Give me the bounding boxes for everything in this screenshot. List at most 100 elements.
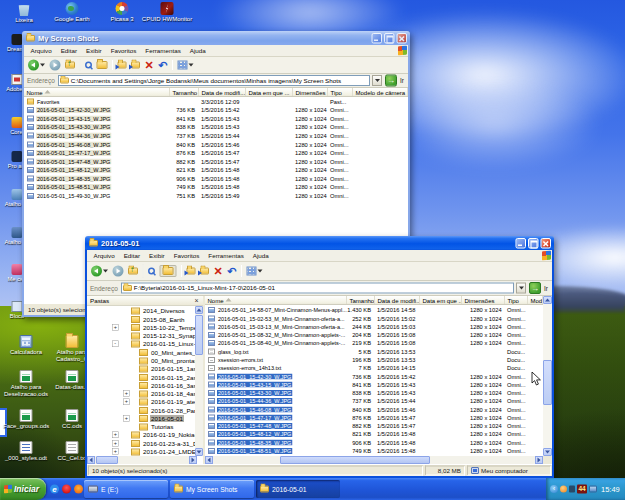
file-row[interactable]: 2016-05-01_15-47-17_W.JPG 876 KB 1/5/201… [24,149,408,158]
menu-item[interactable]: Favoritos [169,252,204,259]
views-button[interactable] [177,61,193,70]
menu-item[interactable]: Ajuda [248,252,273,259]
desktop-icon[interactable]: CPUID HWMonitor [140,2,195,23]
desktop-icon[interactable]: Google Earth [49,2,95,23]
move-to-button[interactable] [187,268,196,275]
tree-expand-toggle[interactable]: - [112,341,119,348]
file-row[interactable]: 2016-05-01_15-47-48_W.JPG 882 KB 1/5/201… [205,422,543,430]
file-row[interactable]: 2016-05-01_15-48-35_W.JPG 906 KB 1/5/201… [24,174,408,183]
list-horizontal-scrollbar[interactable] [205,456,543,464]
browser-icon-2[interactable] [74,485,83,494]
maximize-button[interactable] [528,238,539,249]
tree-item[interactable]: 2016-01-28_Particio [87,406,203,414]
desktop-icon[interactable]: _000_styles.odt [3,441,49,462]
file-row[interactable]: 2016-05-01_15-42-30_W.JPG 736 KB 1/5/201… [24,106,408,115]
file-row[interactable]: 2016-05-01_15-43-30_W.JPG 838 KB 1/5/201… [205,389,543,397]
close-button[interactable] [541,238,552,249]
address-field[interactable]: F:\Byteria\2016-01-15_Linux-Mint-17-0\20… [121,283,514,294]
desktop-icon[interactable]: Picasa 3 [99,2,145,23]
file-row[interactable]: xsession-errors.txt 196 KB 1/5/2016 13:5… [205,356,543,364]
forward-button[interactable]: → [50,60,61,71]
folders-button[interactable] [160,265,177,277]
file-row[interactable]: 2016-05-01_15-08-32_M_Mint-Cinnamon-appl… [205,331,543,339]
up-button[interactable]: ↑ [65,62,75,69]
win1-titlebar[interactable]: My Screen Shots [22,31,410,45]
browser-icon[interactable] [62,485,71,494]
file-row[interactable]: 2016-05-01_15-49-30_W.JPG 751 KB 1/5/201… [24,192,408,201]
file-row[interactable]: 2016-05-01_15-43-30_W.JPG 838 KB 1/5/201… [24,123,408,132]
tree-expand-toggle[interactable]: + [123,399,130,406]
desktop-icon[interactable]: Atalho para Deselizacao.ods [3,370,49,397]
tree-horizontal-scrollbar[interactable] [87,456,197,464]
column-header[interactable]: Data em que ... [420,296,462,304]
back-button[interactable]: ← [28,60,45,71]
taskbar-button-2016-05-01[interactable]: 2016-05-01 [256,480,340,498]
minimize-button[interactable] [372,33,383,44]
address-dropdown-button[interactable] [372,75,382,86]
file-row[interactable]: 2016-05-01_15-43-15_W.JPG 841 KB 1/5/201… [205,380,543,388]
tray-icon-dark[interactable] [569,486,575,493]
menu-item[interactable]: Ajuda [185,47,210,54]
go-button[interactable]: → [529,282,541,294]
column-header[interactable]: Tamanho [170,88,199,96]
tray-chevron-icon[interactable]: ‹ [550,485,558,493]
file-row[interactable]: 2016-05-01_15-44-36_W.JPG 737 KB 1/5/201… [205,397,543,405]
tree-item[interactable]: 2015-08_Earth [87,315,203,323]
tree-expand-toggle[interactable]: + [112,440,119,447]
copy-to-button[interactable] [200,268,209,275]
tree-expand-toggle[interactable]: + [123,415,130,422]
column-header[interactable]: Tipo [505,296,528,304]
file-row[interactable]: 2016-05-01_15-48-51_W.JPG 749 KB 1/5/201… [205,447,543,455]
up-button[interactable]: ↑ [128,268,138,275]
file-row[interactable]: 2016-05-01_15-48-12_W.JPG 821 KB 1/5/201… [24,166,408,175]
file-row[interactable]: 2016-05-01_15-48-51_W.JPG 749 KB 1/5/201… [24,183,408,192]
maximize-button[interactable] [384,33,395,44]
file-row[interactable]: 2016-05-01_15-02-53_M_Mint-Cinnamon-ofer… [205,314,543,322]
file-row[interactable]: 2016-05-01_15-47-17_W.JPG 876 KB 1/5/201… [205,414,543,422]
views-button[interactable] [246,267,262,276]
file-row[interactable]: 2016-05-01_15-03-13_M_Mint-Cinnamon-ofer… [205,323,543,331]
close-button[interactable] [397,33,408,44]
tree-item[interactable]: - 2016-01-15_Linux-Mint- [87,340,203,348]
delete-button[interactable]: ✕ [145,60,154,70]
menu-item[interactable]: Editar [56,47,81,54]
file-row[interactable]: 2016-05-01_15-46-08_W.JPG 840 KB 1/5/201… [24,140,408,149]
tree-expand-toggle[interactable]: + [112,324,119,331]
taskbar-button-my-screen-shots[interactable]: My Screen Shots [170,480,254,498]
address-dropdown-button[interactable] [516,283,526,294]
menu-item[interactable]: Exibir [145,252,170,259]
column-header[interactable]: Dimensões [462,296,505,304]
tree-expand-toggle[interactable]: + [112,432,119,439]
move-to-button[interactable] [118,62,127,69]
menu-item[interactable]: Arquivo [89,252,119,259]
tree-item[interactable]: + 2016-05-01 [87,415,203,423]
file-row[interactable]: 2016-05-01_15-08-40_M_Mint-Cinnamon-appl… [205,339,543,347]
tree-item[interactable]: 2016-01-16_3as [87,381,203,389]
file-row[interactable]: 2016-05-01_15-44-36_W.JPG 737 KB 1/5/201… [24,131,408,140]
tree-item[interactable]: 00_Mint_antes_Live [87,348,203,356]
tree-expand-toggle[interactable]: + [123,390,130,397]
menu-item[interactable]: Editar [119,252,144,259]
undo-button[interactable]: ↶ [227,266,236,276]
back-button[interactable]: ← [91,266,108,277]
tree-item[interactable]: Tutorias [87,423,203,431]
forward-button[interactable]: → [113,266,124,277]
tree-expand-toggle[interactable]: + [112,448,119,455]
menu-item[interactable]: Ferramentas [141,47,185,54]
tree-item[interactable]: + 2016-01-24_LMDE-MATE [87,448,203,456]
file-row[interactable]: 2016-05-01_15-48-35_W.JPG 906 KB 1/5/201… [205,438,543,446]
search-button[interactable] [85,62,92,69]
file-row[interactable]: xsession-errors_14h13.txt 7 KB 1/5/2016 … [205,364,543,372]
column-header[interactable]: Tipo [328,88,353,96]
internet-explorer-icon[interactable]: e [50,485,59,494]
file-row[interactable]: 2016-05-01_15-46-08_W.JPG 840 KB 1/5/201… [205,405,543,413]
tree-vertical-scrollbar[interactable] [195,306,203,456]
list-vertical-scrollbar[interactable] [543,296,552,456]
tree-item[interactable]: 2015-12-31_Synaptic [87,332,203,340]
win2-titlebar[interactable]: 2016-05-01 [85,236,554,250]
tree-item[interactable]: + 2016-01-19_ate_20 [87,398,203,406]
start-button[interactable]: Iniciar [0,478,46,500]
file-row[interactable]: 2016-05-01_15-42-30_W.JPG 736 KB 1/5/201… [205,372,543,380]
menu-item[interactable]: Arquivo [26,47,56,54]
tree-item[interactable]: 2014_Diversos [87,307,203,315]
